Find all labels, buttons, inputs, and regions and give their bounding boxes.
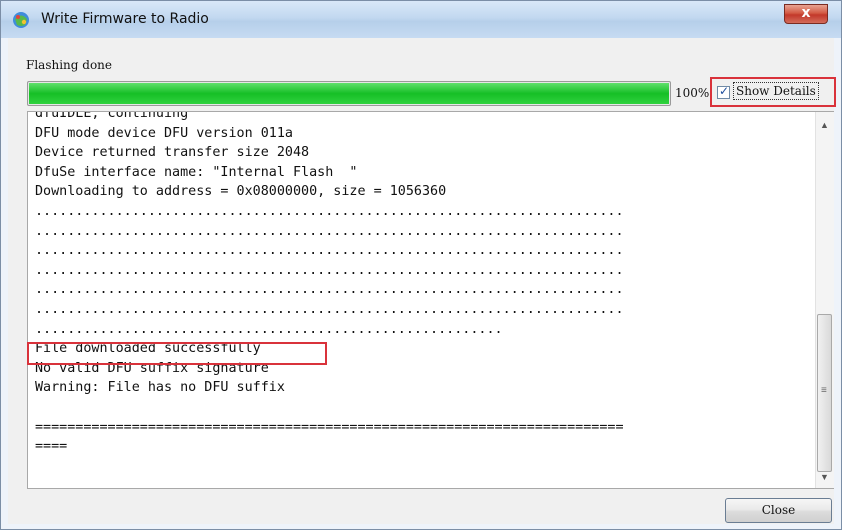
log-line: ........................................… <box>35 301 624 317</box>
status-text: Flashing done <box>26 58 113 72</box>
log-line: DfuSe interface name: "Internal Flash " <box>35 164 358 180</box>
scroll-down-arrow-icon[interactable]: ▼ <box>820 472 829 482</box>
title-bar[interactable]: Write Firmware to Radio x <box>1 1 841 38</box>
log-lines: dfuIDLE, continuing DFU mode device DFU v… <box>35 111 815 457</box>
show-details-checkbox[interactable]: ✓ <box>717 84 730 99</box>
scroll-up-arrow-icon[interactable]: ▲ <box>820 120 829 130</box>
log-line: ........................................… <box>35 282 624 298</box>
log-line: ........................................… <box>35 203 624 219</box>
log-line: Warning: File has no DFU suffix <box>35 380 285 396</box>
log-line: ........................................… <box>35 321 503 337</box>
show-details-label[interactable]: Show Details <box>733 82 819 100</box>
radio-app-icon <box>11 10 31 30</box>
log-line: Device returned transfer size 2048 <box>35 145 310 161</box>
window-close-button[interactable]: x <box>784 4 828 24</box>
log-line: ========================================… <box>35 419 624 435</box>
close-button[interactable]: Close <box>725 498 832 523</box>
log-output[interactable]: dfuIDLE, continuing DFU mode device DFU v… <box>27 111 834 489</box>
log-line: DFU mode device DFU version 011a <box>35 125 293 141</box>
log-line: dfuIDLE, continuing <box>35 111 189 121</box>
log-line: ........................................… <box>35 243 624 259</box>
log-line: ........................................… <box>35 223 624 239</box>
progress-percent-label: 100% <box>675 86 710 100</box>
checkmark-icon: ✓ <box>719 84 730 98</box>
log-line: Downloading to address = 0x08000000, siz… <box>35 184 447 200</box>
window-title: Write Firmware to Radio <box>41 11 209 27</box>
success-highlight-box <box>27 342 327 365</box>
progress-bar <box>27 81 671 106</box>
grip-icon: ≡ <box>821 385 827 396</box>
log-line: ........................................… <box>35 262 624 278</box>
scroll-thumb[interactable]: ≡ <box>817 314 832 472</box>
progress-fill <box>29 83 669 104</box>
log-scrollbar[interactable]: ▲ ≡ ▼ <box>815 112 834 488</box>
log-line: ==== <box>35 439 68 455</box>
